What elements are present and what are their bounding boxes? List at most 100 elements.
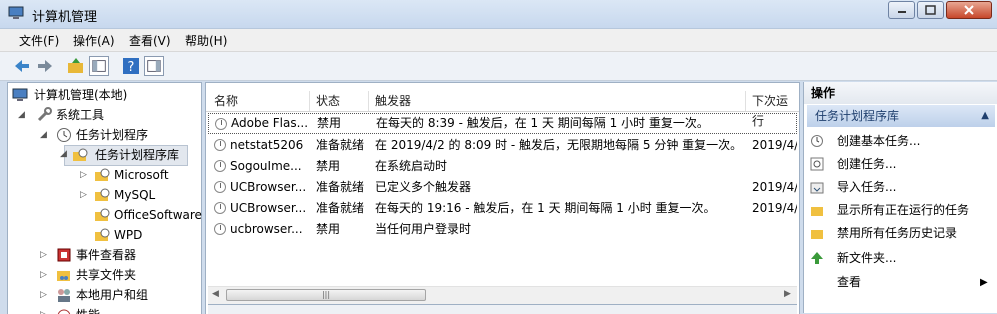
- minimize-button[interactable]: [888, 1, 915, 19]
- console-tree: 计算机管理(本地) ◢ 系统工具 ◢ 任务计划程序 任务计划程序库 ◢ ▷ Mi…: [7, 82, 202, 314]
- task-trigger: 在每天的 8:39 - 触发后，在 1 天 期间每隔 1 小时 重复一次。: [376, 116, 709, 130]
- task-icon: [215, 118, 227, 130]
- tree-label: OfficeSoftware: [114, 208, 202, 222]
- tree-label: 系统工具: [56, 108, 105, 122]
- expand-triangle-icon[interactable]: ▷: [40, 265, 50, 285]
- menu-view[interactable]: 查看(V): [129, 32, 171, 49]
- tree-node-event-viewer[interactable]: ▷ 事件查看器: [12, 245, 197, 265]
- maximize-button[interactable]: [917, 1, 944, 19]
- scroll-right-icon[interactable]: ▶: [784, 289, 791, 299]
- task-name: ucbrowser...: [230, 222, 303, 236]
- action-view[interactable]: 查看 ▶: [810, 271, 992, 294]
- table-row[interactable]: Adobe Flas... 禁用 在每天的 8:39 - 触发后，在 1 天 期…: [208, 113, 797, 134]
- column-header-name[interactable]: 名称: [208, 91, 310, 111]
- scroll-left-icon[interactable]: ◀: [212, 289, 219, 299]
- shared-folder-icon: [57, 271, 70, 281]
- show-hide-action-pane-icon[interactable]: [144, 56, 164, 76]
- expand-triangle-icon[interactable]: ▷: [40, 285, 50, 305]
- task-icon: [214, 139, 226, 151]
- tree-node-system-tools[interactable]: ◢ 系统工具: [12, 105, 197, 125]
- tree-node-local-users[interactable]: ▷ 本地用户和组: [12, 285, 197, 305]
- menu-action[interactable]: 操作(A): [73, 32, 115, 49]
- task-status: 禁用: [316, 159, 341, 173]
- tree-node-task-scheduler[interactable]: ◢ 任务计划程序: [12, 125, 197, 145]
- task-status: 准备就绪: [316, 138, 365, 152]
- task-trigger: 已定义多个触发器: [375, 180, 472, 194]
- table-row[interactable]: netstat5206 准备就绪 在 2019/4/2 的 8:09 时 - 触…: [208, 135, 797, 156]
- tree-node-folder[interactable]: OfficeSoftware: [12, 205, 202, 225]
- tree-label: MySQL: [114, 188, 156, 202]
- event-viewer-icon: [57, 248, 71, 262]
- toolbar: ?: [0, 52, 997, 81]
- show-hide-console-tree-icon[interactable]: [89, 56, 109, 76]
- tree-node-folder[interactable]: WPD: [12, 225, 197, 245]
- users-icon: [58, 289, 70, 302]
- horizontal-scrollbar[interactable]: ◀ ||| ▶: [208, 286, 797, 304]
- table-row[interactable]: SogouIme... 禁用 在系统启动时: [208, 156, 797, 177]
- tree-node-folder[interactable]: ▷ MySQL: [12, 185, 197, 205]
- help-icon[interactable]: ?: [121, 56, 141, 76]
- task-trigger: 在 2019/4/2 的 8:09 时 - 触发后，无限期地每隔 5 分钟 重复…: [375, 138, 743, 152]
- close-button[interactable]: [946, 1, 992, 19]
- task-icon: [214, 202, 226, 214]
- folder-clock-icon: [95, 168, 110, 181]
- tree-label: WPD: [114, 228, 143, 242]
- green-arrow-up-icon: [811, 252, 823, 264]
- collapse-triangle-icon[interactable]: ◢: [40, 125, 50, 145]
- expand-triangle-icon[interactable]: ▷: [80, 185, 90, 205]
- tree-label: 任务计划程序: [76, 128, 149, 142]
- folder-clock-icon: [95, 188, 110, 201]
- task-status: 禁用: [317, 116, 342, 130]
- import-icon: [810, 182, 824, 194]
- folder-clock-icon: [95, 208, 110, 221]
- clock-icon: [811, 135, 823, 147]
- task-trigger: 在系统启动时: [375, 159, 448, 173]
- task-name: Adobe Flas...: [231, 116, 309, 130]
- task-next-run: 2019/4/: [752, 180, 797, 194]
- tools-icon: [37, 107, 52, 122]
- tree-node-shared-folders[interactable]: ▷ 共享文件夹: [12, 265, 197, 285]
- submenu-arrow-icon: ▶: [980, 277, 988, 288]
- expand-triangle-icon[interactable]: ▷: [40, 245, 50, 265]
- table-row[interactable]: ucbrowser... 禁用 当任何用户登录时: [208, 219, 797, 240]
- column-header-trigger[interactable]: 触发器: [369, 91, 746, 111]
- scrollbar-thumb[interactable]: |||: [226, 289, 426, 301]
- collapse-up-icon[interactable]: ▲: [981, 105, 989, 127]
- close-icon: [964, 5, 974, 15]
- up-folder-icon[interactable]: [66, 56, 86, 76]
- computer-management-icon: [12, 88, 28, 101]
- column-header-next-run[interactable]: 下次运行: [746, 91, 799, 128]
- tree-label: 计算机管理(本地): [34, 88, 128, 102]
- collapse-triangle-icon[interactable]: ◢: [60, 149, 70, 159]
- title-bar: 计算机管理: [0, 0, 997, 29]
- actions-group-label: 任务计划程序库: [815, 109, 900, 123]
- svg-text:?: ?: [128, 60, 135, 75]
- expand-triangle-icon[interactable]: ▷: [80, 165, 90, 185]
- actions-group-task-library[interactable]: 任务计划程序库 ▲: [807, 105, 995, 127]
- minimize-icon: [898, 11, 906, 13]
- list-header: 名称 状态 触发器 下次运行: [206, 91, 799, 128]
- table-row[interactable]: UCBrowser... 准备就绪 已定义多个触发器 2019/4/: [208, 177, 797, 198]
- tree-label: Microsoft: [114, 168, 169, 182]
- actions-header: 操作: [804, 82, 997, 104]
- back-arrow-icon[interactable]: [12, 56, 32, 76]
- menu-file[interactable]: 文件(F): [19, 32, 59, 49]
- folder-clock-icon: [95, 228, 110, 241]
- task-name: UCBrowser...: [230, 201, 307, 215]
- tree-node-folder[interactable]: ▷ Microsoft: [12, 165, 197, 185]
- task-trigger: 在每天的 19:16 - 触发后，在 1 天 期间每隔 1 小时 重复一次。: [375, 201, 716, 215]
- column-header-status[interactable]: 状态: [310, 91, 369, 111]
- task-icon: [810, 157, 824, 171]
- menu-help[interactable]: 帮助(H): [185, 32, 227, 49]
- task-next-run: 2019/4/: [752, 138, 797, 152]
- tree-label: 本地用户和组: [76, 288, 149, 302]
- task-icon: [214, 160, 226, 172]
- task-status: 禁用: [316, 222, 341, 236]
- table-row[interactable]: UCBrowser... 准备就绪 在每天的 19:16 - 触发后，在 1 天…: [208, 198, 797, 219]
- task-trigger: 当任何用户登录时: [375, 222, 472, 236]
- collapse-triangle-icon[interactable]: ◢: [18, 105, 28, 125]
- task-icon: [214, 181, 226, 193]
- task-icon: [214, 223, 226, 235]
- tree-node-root[interactable]: 计算机管理(本地): [12, 85, 197, 105]
- forward-arrow-icon[interactable]: [35, 56, 55, 76]
